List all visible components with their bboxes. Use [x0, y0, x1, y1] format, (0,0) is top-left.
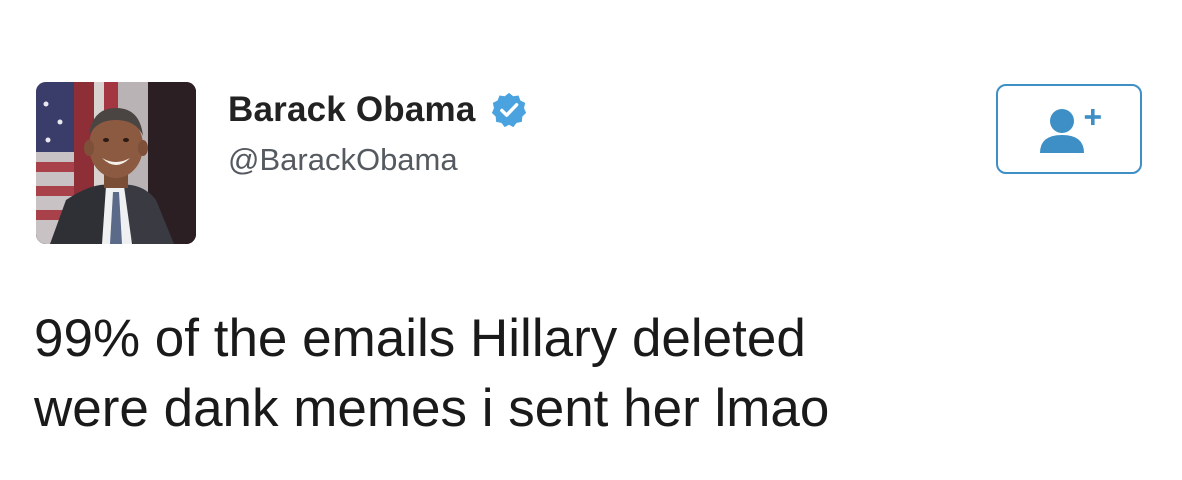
user-info: Barack Obama @BarackObama — [228, 86, 528, 178]
tweet-text-line: were dank memes i sent her lmao — [34, 379, 830, 438]
add-user-icon — [1040, 109, 1101, 153]
follow-button[interactable] — [996, 84, 1142, 174]
tweet-card: Barack Obama @BarackObama 99% of the ema… — [0, 0, 1182, 480]
user-handle[interactable]: @BarackObama — [228, 142, 528, 178]
avatar[interactable] — [36, 82, 196, 244]
name-row: Barack Obama — [228, 86, 528, 134]
display-name[interactable]: Barack Obama — [228, 90, 476, 130]
verified-badge-icon — [491, 92, 526, 128]
tweet-text-line: 99% of the emails Hillary deleted — [34, 309, 806, 368]
tweet-text: 99% of the emails Hillary deleted were d… — [34, 304, 1154, 444]
